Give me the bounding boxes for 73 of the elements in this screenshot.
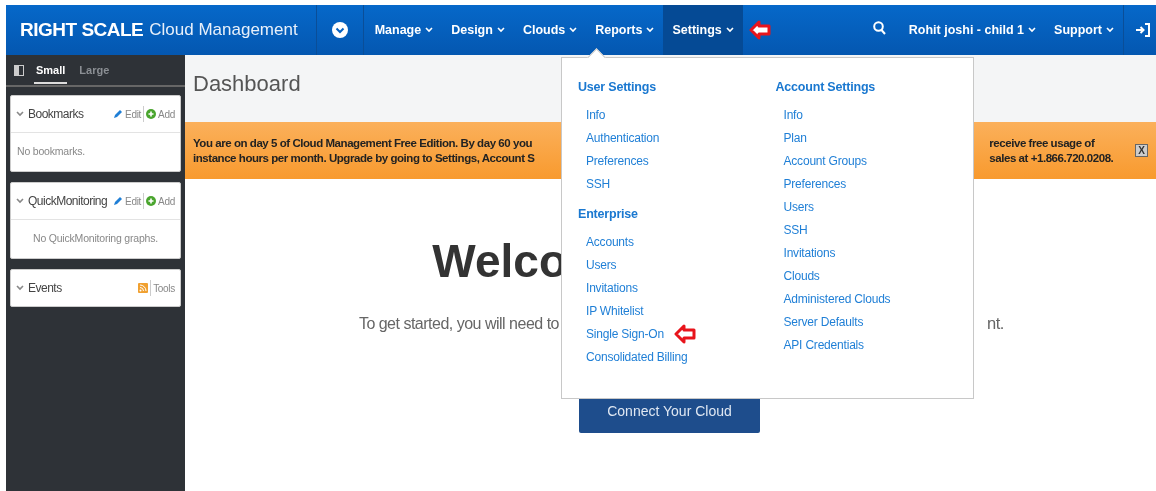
chevron-down-icon <box>425 27 434 33</box>
menu-item[interactable]: Accounts <box>586 234 634 249</box>
welcome-subtitle: nt. <box>987 314 1004 333</box>
menu-item[interactable]: Account Groups <box>783 153 867 168</box>
menu-item[interactable]: Administered Clouds <box>783 291 891 306</box>
product-name: Cloud Management <box>149 20 298 40</box>
menu-item[interactable]: Preferences <box>783 176 846 191</box>
welcome-subtitle: To get started, you will need to <box>358 314 559 332</box>
menu-item[interactable]: Invitations <box>586 280 638 295</box>
panel-header[interactable]: QuickMonitoring <box>16 194 112 208</box>
menu-item[interactable]: Clouds <box>783 268 820 283</box>
chevron-down-icon <box>1106 27 1114 33</box>
menu-item[interactable]: SSH <box>586 176 611 191</box>
page-title: Dashboard <box>193 70 301 97</box>
welcome-heading: Welco <box>432 235 567 287</box>
panel-header[interactable]: Events <box>16 281 137 295</box>
arrow-icon <box>673 322 696 345</box>
plus-circle-icon <box>146 196 157 206</box>
close-button[interactable]: X <box>1135 144 1148 157</box>
empty-message: No bookmarks. <box>11 132 180 171</box>
logo[interactable]: RIGHT SCALE <box>20 19 144 41</box>
edit-link[interactable]: Edit <box>111 195 144 207</box>
menu-item[interactable]: Info <box>586 107 606 122</box>
menu-item[interactable]: Server Defaults <box>783 314 864 329</box>
menu-item[interactable]: Users <box>586 257 617 272</box>
chevron-down-icon <box>16 198 24 204</box>
chevron-down-icon <box>496 27 505 33</box>
menu-item[interactable]: Authentication <box>586 130 660 145</box>
notice-text: You are on day 5 of Cloud Management Free Edition. By day 60 you instance hours per month. Upgrade by going to Settings, Account S <box>193 135 535 166</box>
nav-menu[interactable]: Manage <box>365 5 443 55</box>
nav-menu[interactable]: Reports <box>586 5 664 55</box>
chevron-down-icon <box>16 285 24 291</box>
chevron-down-icon <box>725 27 734 33</box>
chevron-down-icon <box>646 27 655 33</box>
menu-item[interactable]: Users <box>783 199 814 214</box>
empty-message: No QuickMonitoring graphs. <box>11 219 180 258</box>
panel-toggle-icon[interactable] <box>14 64 24 76</box>
menu-group-heading: Enterprise <box>578 207 639 221</box>
menu-item[interactable]: Info <box>783 107 803 122</box>
menu-item[interactable]: SSH <box>783 222 808 237</box>
add-link[interactable]: Add <box>144 195 177 207</box>
menu-item[interactable]: Invitations <box>783 245 836 260</box>
panel-header[interactable]: Bookmarks <box>16 107 112 121</box>
menu-item[interactable]: Preferences <box>586 153 649 168</box>
menu-item[interactable]: Plan <box>783 130 807 145</box>
nav-menu[interactable]: Clouds <box>513 5 587 55</box>
notice-text: receive free usage of sales at +1.866.720.0208. <box>989 135 1114 166</box>
menu-group-heading: Account Settings <box>775 80 877 94</box>
support-menu[interactable]: Support <box>1045 23 1123 37</box>
rss-icon <box>138 283 149 293</box>
nav-menu[interactable]: Settings <box>663 5 743 55</box>
tools-link[interactable]: Tools <box>151 282 177 294</box>
pencil-icon <box>113 109 124 119</box>
user-menu[interactable]: Rohit joshi - child 1 <box>899 23 1046 37</box>
menu-item[interactable]: Consolidated Billing <box>586 349 688 364</box>
add-link[interactable]: Add <box>144 108 177 120</box>
search-icon[interactable] <box>872 21 886 35</box>
menu-item[interactable]: Single Sign-On <box>586 326 664 341</box>
chevron-down-icon <box>1028 27 1037 33</box>
nav-menu[interactable]: Design <box>442 5 514 55</box>
edit-link[interactable]: Edit <box>111 108 144 120</box>
sidebar-tab[interactable]: Small <box>34 56 68 84</box>
chevron-down-icon <box>569 27 578 33</box>
arrow-icon <box>748 19 771 41</box>
plus-circle-icon <box>146 109 157 119</box>
sign-in-icon[interactable] <box>1136 23 1150 37</box>
chevron-circle-icon[interactable] <box>331 22 348 38</box>
chevron-down-icon <box>16 111 24 117</box>
sidebar-tab[interactable]: Large <box>77 56 112 84</box>
pencil-icon <box>113 196 124 206</box>
menu-item[interactable]: IP Whitelist <box>586 303 644 318</box>
menu-item[interactable]: API Credentials <box>783 337 864 352</box>
menu-group-heading: User Settings <box>578 80 657 94</box>
